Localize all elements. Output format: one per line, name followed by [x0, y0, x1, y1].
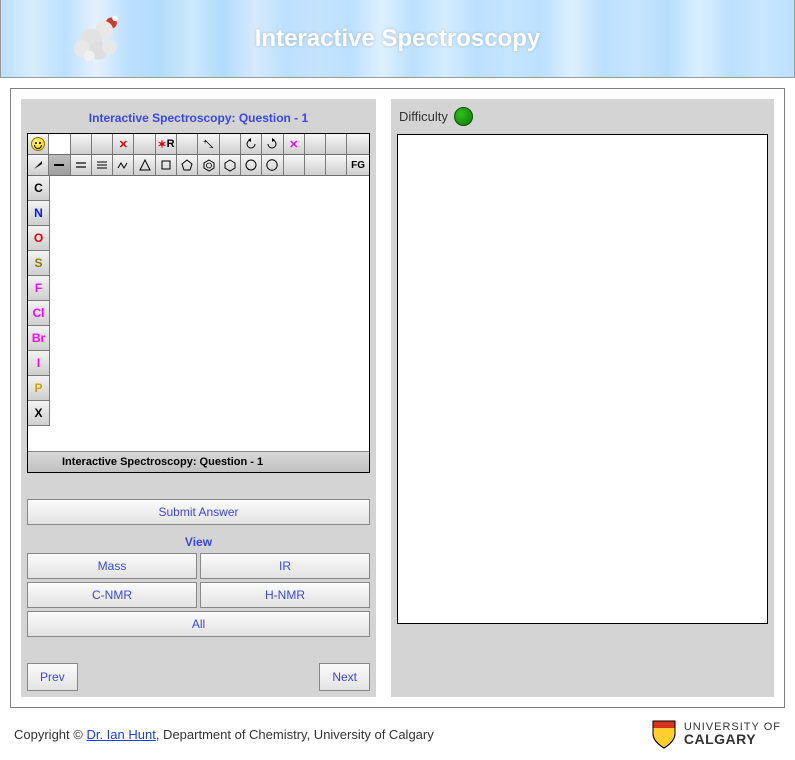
university-logo: UNIVERSITY OF CALGARY	[650, 718, 781, 750]
drawing-canvas[interactable]	[50, 176, 369, 451]
atom-c-button[interactable]: C	[28, 176, 50, 201]
pentagon-icon[interactable]	[177, 155, 198, 175]
copyright-text: Copyright © Dr. Ian Hunt, Department of …	[14, 727, 434, 742]
atom-f-button[interactable]: F	[28, 276, 50, 301]
clear-icon[interactable]: ✕	[284, 134, 305, 154]
blank-tool-4[interactable]	[134, 134, 155, 154]
atom-column: CNOSFClBrIPX	[28, 176, 50, 451]
blank-tool-2[interactable]	[71, 134, 92, 154]
difficulty-indicator-icon	[454, 107, 473, 126]
heptagon-icon[interactable]	[241, 155, 262, 175]
structure-editor: ✕ ✶R +− ✕	[27, 133, 370, 473]
nav-row: Prev Next	[27, 663, 370, 691]
copyright-prefix: Copyright ©	[14, 727, 86, 742]
blank-tool-5[interactable]	[177, 134, 198, 154]
editor-body: CNOSFClBrIPX	[28, 176, 369, 451]
redo-icon[interactable]	[262, 134, 283, 154]
blank-tool-9[interactable]	[347, 134, 368, 154]
hexagon-icon[interactable]	[220, 155, 241, 175]
atom-p-button[interactable]: P	[28, 376, 50, 401]
triangle-icon[interactable]	[134, 155, 155, 175]
mass-button[interactable]: Mass	[27, 553, 197, 579]
blank-tool-7[interactable]	[305, 134, 326, 154]
question-title: Interactive Spectroscopy: Question - 1	[27, 105, 370, 133]
undo-icon[interactable]	[241, 134, 262, 154]
blank-tool-12[interactable]	[326, 155, 347, 175]
university-name: UNIVERSITY OF CALGARY	[684, 722, 781, 746]
atom-cl-button[interactable]: Cl	[28, 301, 50, 326]
benzene-icon[interactable]	[198, 155, 219, 175]
atom-x-button[interactable]: X	[28, 401, 50, 426]
shield-icon	[650, 718, 678, 750]
difficulty-row: Difficulty	[397, 105, 768, 134]
toolrow-2: FG	[28, 155, 369, 176]
atom-i-button[interactable]: I	[28, 351, 50, 376]
toolrow-1: ✕ ✶R +− ✕	[28, 134, 369, 155]
right-panel: Difficulty	[391, 99, 774, 697]
octagon-icon[interactable]	[262, 155, 283, 175]
view-grid: Mass IR C-NMR H-NMR	[27, 553, 370, 608]
plusminus-icon[interactable]: +−	[198, 134, 219, 154]
left-panel: Interactive Spectroscopy: Question - 1 ✕…	[21, 99, 376, 697]
single-bond-icon[interactable]	[49, 155, 70, 175]
banner: Interactive Spectroscopy	[0, 0, 795, 78]
blank-tool-10[interactable]	[284, 155, 305, 175]
blank-tool-8[interactable]	[326, 134, 347, 154]
blank-tool-11[interactable]	[305, 155, 326, 175]
all-button[interactable]: All	[27, 611, 370, 637]
submit-button[interactable]: Submit Answer	[27, 499, 370, 525]
fg-button[interactable]: FG	[347, 155, 368, 175]
file-tab: Interactive Spectroscopy: Question - 1	[28, 451, 369, 472]
chain-icon[interactable]	[113, 155, 134, 175]
difficulty-label: Difficulty	[399, 109, 448, 124]
svg-text:−: −	[209, 145, 213, 151]
atom-s-button[interactable]: S	[28, 251, 50, 276]
eraser-r-icon[interactable]: ✶R	[156, 134, 177, 154]
blank-tool-1[interactable]	[49, 134, 70, 154]
footer: Copyright © Dr. Ian Hunt, Department of …	[0, 708, 795, 760]
double-bond-icon[interactable]	[71, 155, 92, 175]
view-label: View	[27, 531, 370, 553]
atom-br-button[interactable]: Br	[28, 326, 50, 351]
ir-button[interactable]: IR	[200, 553, 370, 579]
next-button[interactable]: Next	[319, 663, 370, 691]
atom-o-button[interactable]: O	[28, 226, 50, 251]
prev-button[interactable]: Prev	[27, 663, 78, 691]
blank-tool-6[interactable]	[220, 134, 241, 154]
blank-tool-3[interactable]	[92, 134, 113, 154]
smiley-icon[interactable]	[28, 134, 49, 154]
square-icon[interactable]	[156, 155, 177, 175]
spectra-display	[397, 134, 768, 624]
cnmr-button[interactable]: C-NMR	[27, 582, 197, 608]
main-frame: Interactive Spectroscopy: Question - 1 ✕…	[10, 88, 785, 708]
hnmr-button[interactable]: H-NMR	[200, 582, 370, 608]
triple-bond-icon[interactable]	[92, 155, 113, 175]
copyright-suffix: , Department of Chemistry, University of…	[156, 727, 434, 742]
author-link[interactable]: Dr. Ian Hunt	[86, 727, 155, 742]
atom-n-button[interactable]: N	[28, 201, 50, 226]
molecule-icon	[71, 12, 126, 67]
delete-icon[interactable]: ✕	[113, 134, 134, 154]
stereo-bond-icon[interactable]	[28, 155, 49, 175]
